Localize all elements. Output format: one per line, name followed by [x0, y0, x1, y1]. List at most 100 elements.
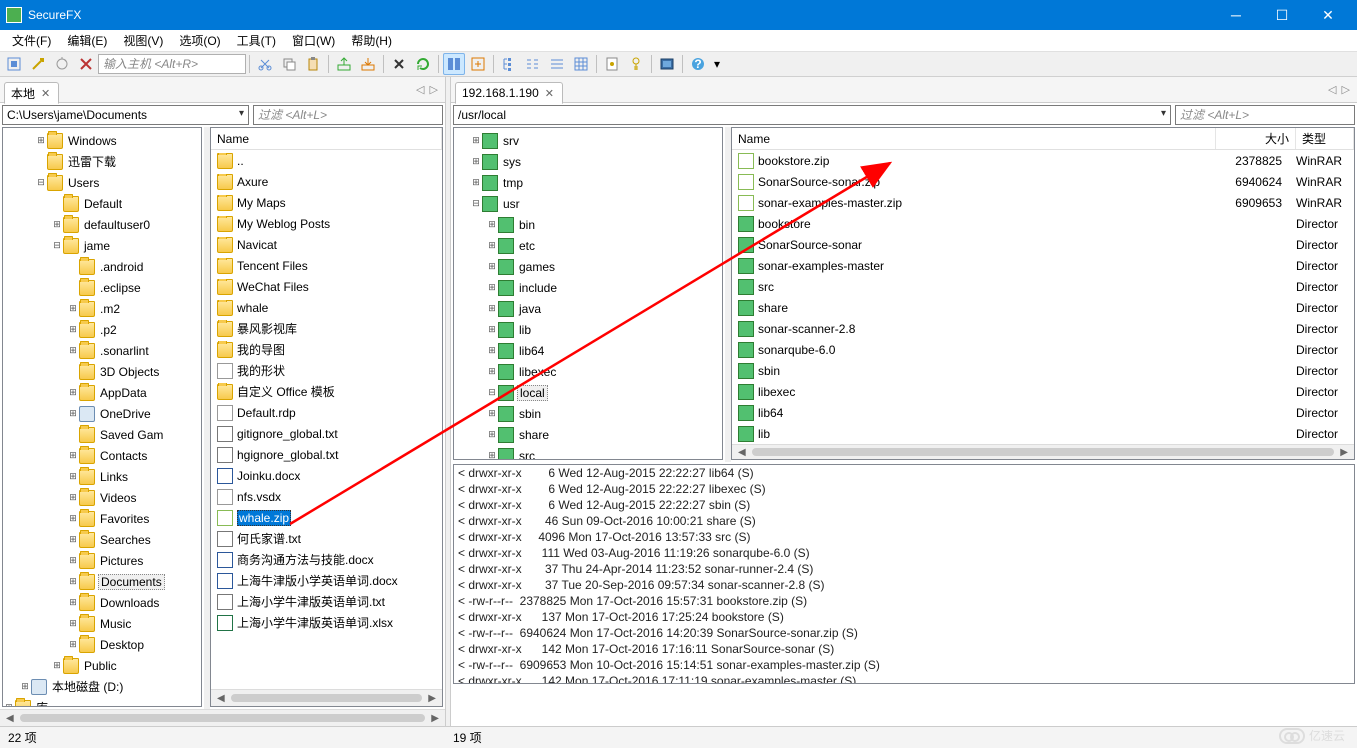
list-item[interactable]: gitignore_global.txt	[211, 423, 442, 444]
tree-item[interactable]: ⊞Contacts	[3, 445, 201, 466]
tree-item[interactable]: ⊞include	[454, 277, 722, 298]
tree-item[interactable]: ⊞etc	[454, 235, 722, 256]
col-name[interactable]: Name	[732, 128, 1216, 149]
expand-icon[interactable]: ⊞	[470, 156, 482, 167]
tab-close-icon[interactable]: ✕	[39, 87, 52, 100]
tree-item[interactable]: ⊞Pictures	[3, 550, 201, 571]
tree-item[interactable]: ⊞AppData	[3, 382, 201, 403]
list-item[interactable]: SonarSource-sonarDirector	[732, 234, 1354, 255]
list-item[interactable]: 何氏家谱.txt	[211, 528, 442, 549]
tree-item[interactable]: ⊞库	[3, 697, 201, 707]
tree-item[interactable]: .android	[3, 256, 201, 277]
expand-icon[interactable]: ⊞	[486, 345, 498, 356]
dropdown-icon[interactable]: ▾	[711, 53, 723, 75]
tree-item[interactable]: ⊞Documents	[3, 571, 201, 592]
quick-connect-icon[interactable]	[27, 53, 49, 75]
expand-icon[interactable]: ⊞	[67, 324, 79, 335]
paste-icon[interactable]	[302, 53, 324, 75]
expand-icon[interactable]: ⊞	[486, 324, 498, 335]
list-item[interactable]: bookstore.zip2378825WinRAR	[732, 150, 1354, 171]
expand-icon[interactable]: ⊞	[67, 639, 79, 650]
list-item[interactable]: sonar-scanner-2.8Director	[732, 318, 1354, 339]
menu-tools[interactable]: 工具(T)	[229, 31, 284, 50]
list-item[interactable]: My Weblog Posts	[211, 213, 442, 234]
menu-edit[interactable]: 编辑(E)	[59, 31, 115, 50]
list-item[interactable]: whale	[211, 297, 442, 318]
col-size[interactable]: 大小	[1216, 128, 1296, 149]
local-filter-input[interactable]: 过滤 <Alt+L>	[253, 105, 443, 125]
list-item[interactable]: 上海小学牛津版英语单词.txt	[211, 591, 442, 612]
copy-icon[interactable]	[278, 53, 300, 75]
menu-window[interactable]: 窗口(W)	[284, 31, 343, 50]
expand-icon[interactable]: ⊞	[67, 408, 79, 419]
tree-item[interactable]: ⊞Favorites	[3, 508, 201, 529]
tree-item[interactable]: ⊞OneDrive	[3, 403, 201, 424]
expand-icon[interactable]: ⊞	[19, 681, 31, 692]
local-path-combo[interactable]: C:\Users\jame\Documents	[2, 105, 249, 125]
tree-item[interactable]: ⊞bin	[454, 214, 722, 235]
list-item[interactable]: Navicat	[211, 234, 442, 255]
properties-icon[interactable]	[601, 53, 623, 75]
expand-icon[interactable]: ⊞	[67, 450, 79, 461]
tab-nav-right[interactable]: ◁ ▷	[1328, 83, 1353, 96]
layout-single-icon[interactable]	[467, 53, 489, 75]
menu-file[interactable]: 文件(F)	[4, 31, 59, 50]
connect-icon[interactable]	[3, 53, 25, 75]
tree-item[interactable]: ⊞.sonarlint	[3, 340, 201, 361]
expand-icon[interactable]: ⊞	[67, 303, 79, 314]
tree-item[interactable]: ⊞本地磁盘 (D:)	[3, 676, 201, 697]
delete-icon[interactable]	[388, 53, 410, 75]
list-item[interactable]: sonar-examples-masterDirector	[732, 255, 1354, 276]
list-item[interactable]: 我的导图	[211, 339, 442, 360]
expand-icon[interactable]: ⊞	[67, 471, 79, 482]
list-item[interactable]: libDirector	[732, 423, 1354, 444]
list-item[interactable]: hgignore_global.txt	[211, 444, 442, 465]
expand-icon[interactable]: ⊞	[67, 513, 79, 524]
list-item[interactable]: My Maps	[211, 192, 442, 213]
tree-item[interactable]: ⊞Public	[3, 655, 201, 676]
tree-item[interactable]: ⊞Music	[3, 613, 201, 634]
expand-icon[interactable]: ⊞	[67, 492, 79, 503]
list-item[interactable]: 我的形状	[211, 360, 442, 381]
tree-item[interactable]: ⊟jame	[3, 235, 201, 256]
tree-item[interactable]: ⊞src	[454, 445, 722, 460]
tree-item[interactable]: ⊞srv	[454, 130, 722, 151]
tree-item[interactable]: ⊞lib64	[454, 340, 722, 361]
menu-options[interactable]: 选项(O)	[171, 31, 228, 50]
layout-dual-icon[interactable]	[443, 53, 465, 75]
list-item[interactable]: 商务沟通方法与技能.docx	[211, 549, 442, 570]
cut-icon[interactable]	[254, 53, 276, 75]
tree-item[interactable]: ⊞Windows	[3, 130, 201, 151]
tree-item[interactable]: ⊞Links	[3, 466, 201, 487]
tab-local[interactable]: 本地 ✕	[4, 82, 59, 104]
list-item[interactable]: shareDirector	[732, 297, 1354, 318]
tree-item[interactable]: ⊞.m2	[3, 298, 201, 319]
expand-icon[interactable]: ⊞	[67, 345, 79, 356]
list-item[interactable]: 上海牛津版小学英语单词.docx	[211, 570, 442, 591]
list-item[interactable]: Axure	[211, 171, 442, 192]
minimize-button[interactable]: ─	[1213, 0, 1259, 30]
expand-icon[interactable]: ⊟	[470, 198, 482, 209]
expand-icon[interactable]: ⊞	[486, 240, 498, 251]
tree-item[interactable]: ⊞tmp	[454, 172, 722, 193]
col-type[interactable]: 类型	[1296, 128, 1354, 149]
expand-icon[interactable]: ⊞	[67, 387, 79, 398]
tree-item[interactable]: ⊞java	[454, 298, 722, 319]
tree-item[interactable]: ⊞sys	[454, 151, 722, 172]
list-item[interactable]: Default.rdp	[211, 402, 442, 423]
list-item[interactable]: sonarqube-6.0Director	[732, 339, 1354, 360]
expand-icon[interactable]: ⊞	[3, 702, 15, 707]
expand-icon[interactable]: ⊞	[67, 597, 79, 608]
expand-icon[interactable]: ⊞	[51, 219, 63, 230]
tree-item[interactable]: ⊞Desktop	[3, 634, 201, 655]
tree-item[interactable]: ⊞Videos	[3, 487, 201, 508]
remote-path-combo[interactable]: /usr/local	[453, 105, 1171, 125]
expand-icon[interactable]: ⊞	[486, 261, 498, 272]
expand-icon[interactable]: ⊞	[486, 282, 498, 293]
tree-item[interactable]: 迅雷下载	[3, 151, 201, 172]
expand-icon[interactable]: ⊞	[67, 618, 79, 629]
expand-icon[interactable]: ⊟	[51, 240, 63, 251]
list-item[interactable]: sbinDirector	[732, 360, 1354, 381]
download-icon[interactable]	[357, 53, 379, 75]
tab-remote[interactable]: 192.168.1.190 ✕	[455, 82, 563, 104]
